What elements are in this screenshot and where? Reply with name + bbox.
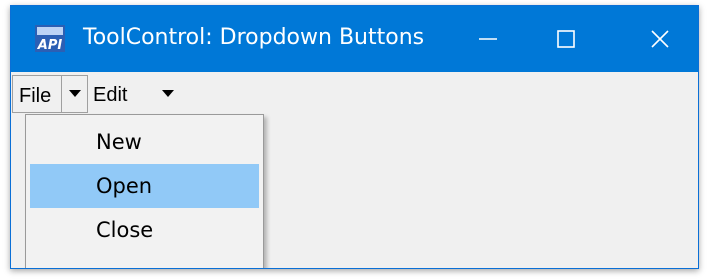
file-dropdown-menu: New Open Close <box>25 114 264 268</box>
svg-text:API: API <box>37 38 63 52</box>
file-label: File <box>19 85 52 107</box>
app-window: API ToolControl: Dropdown Buttons File E… <box>10 5 699 269</box>
api-app-icon: API <box>35 25 65 52</box>
maximize-icon <box>557 30 575 48</box>
menu-item-label: New <box>96 130 142 154</box>
window-title: ToolControl: Dropdown Buttons <box>83 25 425 50</box>
edit-label: Edit <box>93 84 128 106</box>
chevron-down-icon <box>68 90 81 97</box>
edit-dropdown-arrow-button[interactable] <box>157 81 179 107</box>
menu-item-close[interactable]: Close <box>30 208 259 252</box>
minimize-icon <box>479 38 497 40</box>
file-dropdown-arrow-button[interactable] <box>61 75 88 113</box>
maximize-button[interactable] <box>531 6 601 72</box>
title-bar[interactable]: API ToolControl: Dropdown Buttons <box>11 6 698 72</box>
close-icon <box>651 30 669 48</box>
toolbar: File Edit <box>11 72 698 116</box>
menu-item-label: Close <box>96 218 154 242</box>
menu-item-label: Open <box>96 174 153 198</box>
minimize-button[interactable] <box>453 6 523 72</box>
menu-item-open[interactable]: Open <box>30 164 259 208</box>
file-button[interactable]: File <box>12 75 61 113</box>
close-button[interactable] <box>625 6 695 72</box>
chevron-down-icon <box>162 90 174 97</box>
menu-item-new[interactable]: New <box>30 120 259 164</box>
